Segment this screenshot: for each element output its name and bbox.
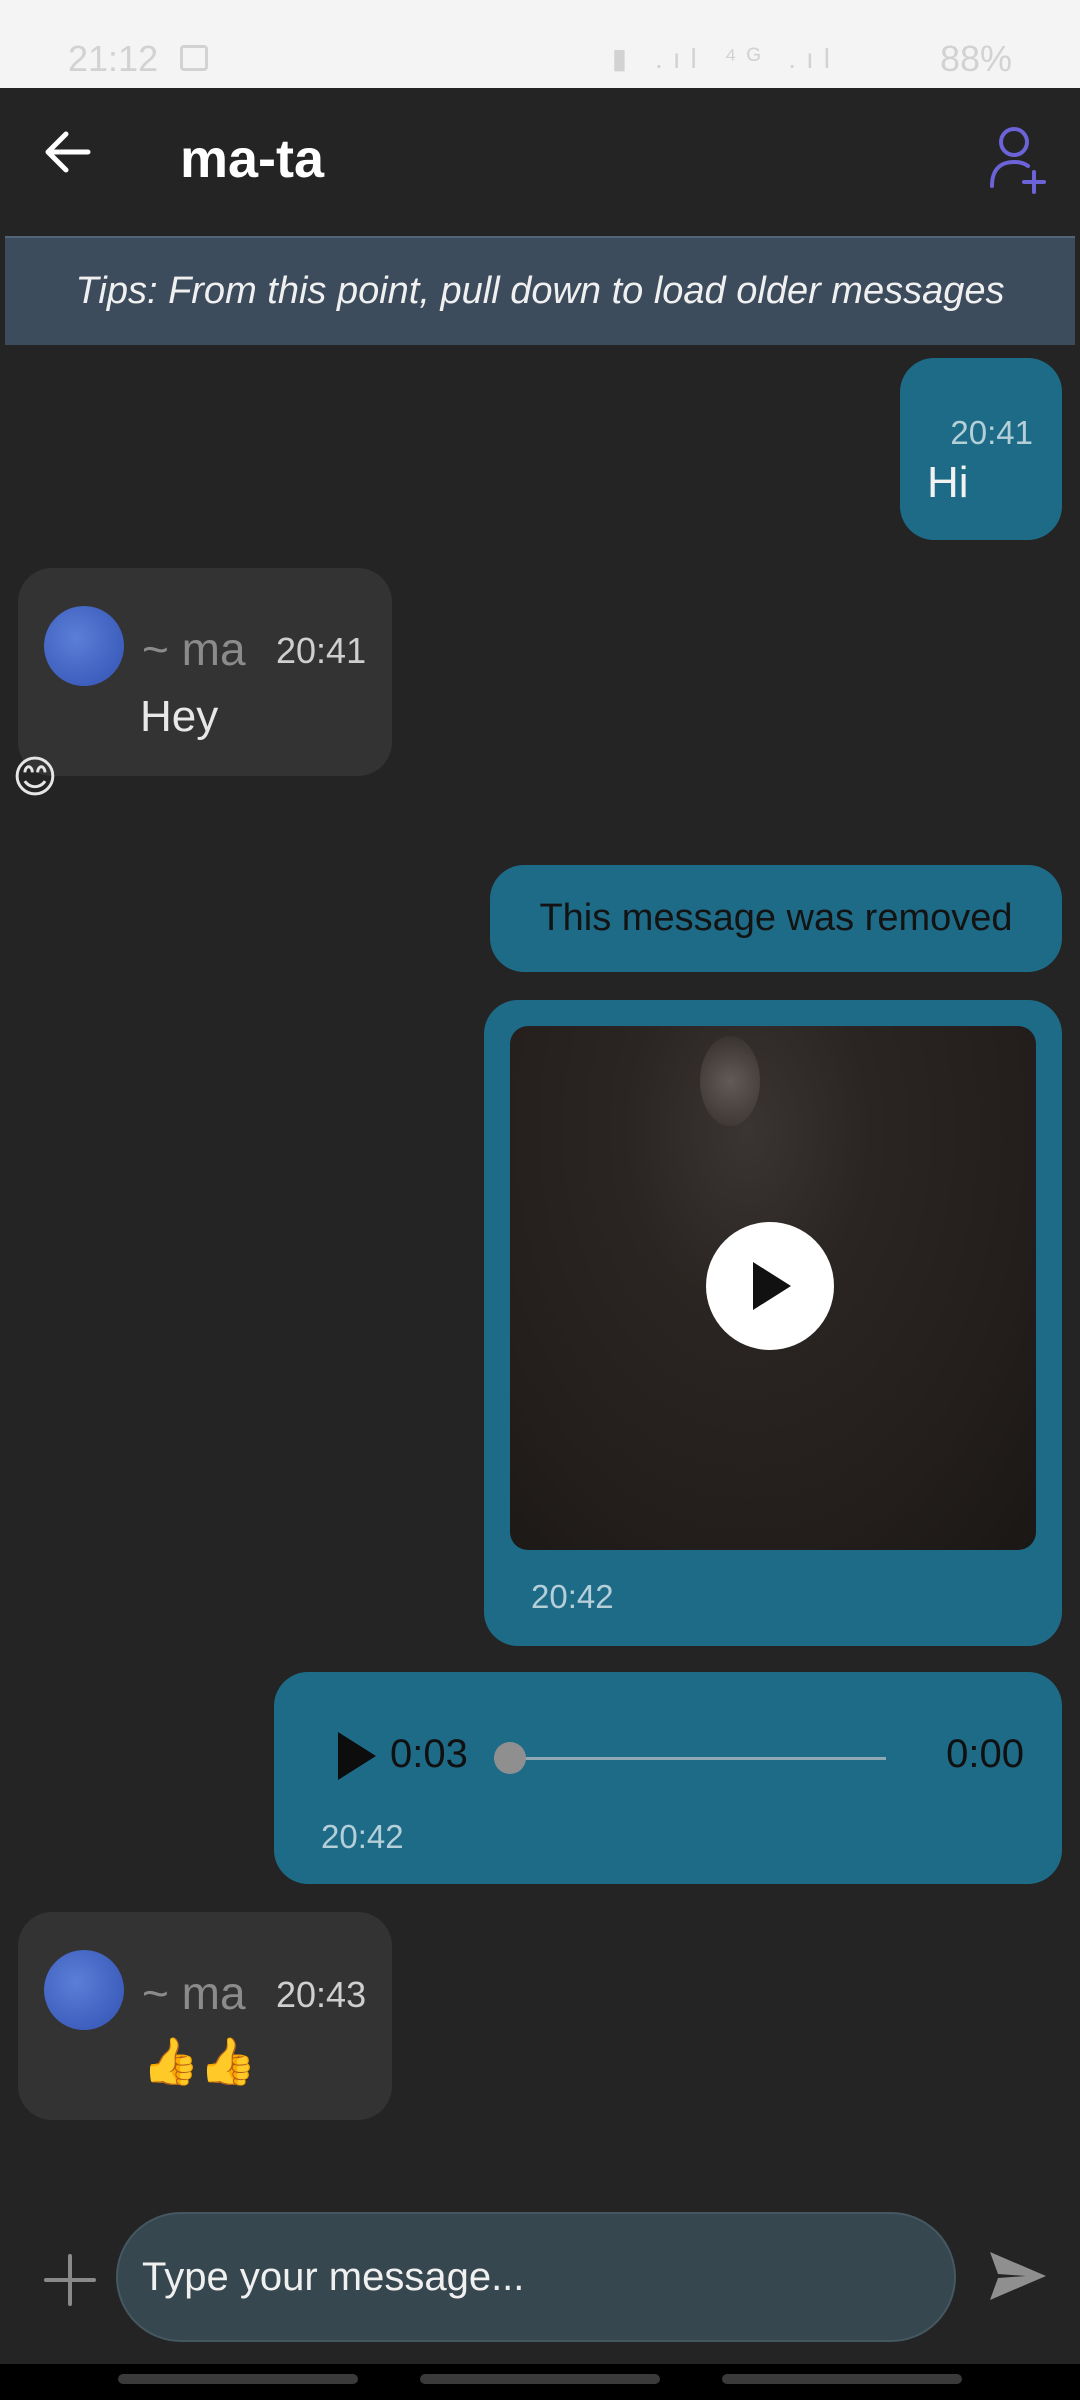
status-bar [0,0,1080,88]
audio-position: 0:00 [946,1732,1024,1776]
sender-name: ~ ma [142,623,246,675]
message-text: This message was removed [539,897,1013,939]
avatar[interactable] [44,606,124,686]
message-time: 20:41 [276,630,367,671]
user-plus-icon [990,127,1046,194]
image-notification-icon [180,45,208,71]
video-frame-detail [700,1036,760,1126]
video-play-button[interactable] [706,1222,834,1350]
reaction-emoji[interactable]: 😊 [12,752,58,803]
audio-duration: 0:03 [390,1732,468,1776]
message-bubble-outgoing[interactable]: 20:41 Hi [900,358,1062,540]
play-icon [753,1262,791,1310]
message-time: 20:42 [531,1578,614,1615]
avatar[interactable] [44,1950,124,2030]
battery-level: 88% [939,38,1012,79]
message-bubble-incoming[interactable]: ~ ma 20:41 Hey [18,568,392,776]
add-contact-button[interactable] [986,124,1050,196]
nav-recents-handle[interactable] [118,2374,358,2384]
arrow-left-icon [45,131,91,173]
message-time: 20:43 [276,1974,367,2015]
signal-icons: ▮ .ıl ⁴ᴳ .ıl [611,43,840,74]
chat-title: ma-ta [180,129,325,189]
message-time: 20:41 [950,414,1033,451]
message-bubble-incoming[interactable]: ~ ma 20:43 👍👍 [18,1912,392,2120]
message-time: 20:42 [321,1818,404,1855]
message-text: Hey [140,692,219,741]
play-icon [338,1732,376,1780]
nav-home-handle[interactable] [420,2374,660,2384]
audio-seek-thumb[interactable] [494,1742,526,1774]
send-button[interactable] [986,2246,1050,2306]
message-text: Hi [927,458,969,507]
audio-play-button[interactable] [334,1730,378,1782]
message-bubble-removed[interactable]: This message was removed [490,865,1062,972]
message-input[interactable] [116,2212,956,2342]
video-thumbnail[interactable] [510,1026,1036,1550]
status-time: 21:12 [68,38,159,79]
send-icon [990,2252,1046,2300]
back-button[interactable] [36,120,100,184]
message-text: 👍👍 [142,2035,257,2087]
sender-name: ~ ma [142,1967,246,2019]
chat-header [0,88,1080,236]
nav-back-handle[interactable] [722,2374,962,2384]
audio-message[interactable]: 0:03 0:00 20:42 [274,1672,1062,1884]
plus-icon [44,2254,96,2306]
attach-button[interactable] [40,2250,100,2310]
tips-banner: Tips: From this point, pull down to load… [5,236,1075,345]
audio-seek-track[interactable] [494,1757,886,1760]
video-message[interactable]: 20:42 [484,1000,1062,1646]
